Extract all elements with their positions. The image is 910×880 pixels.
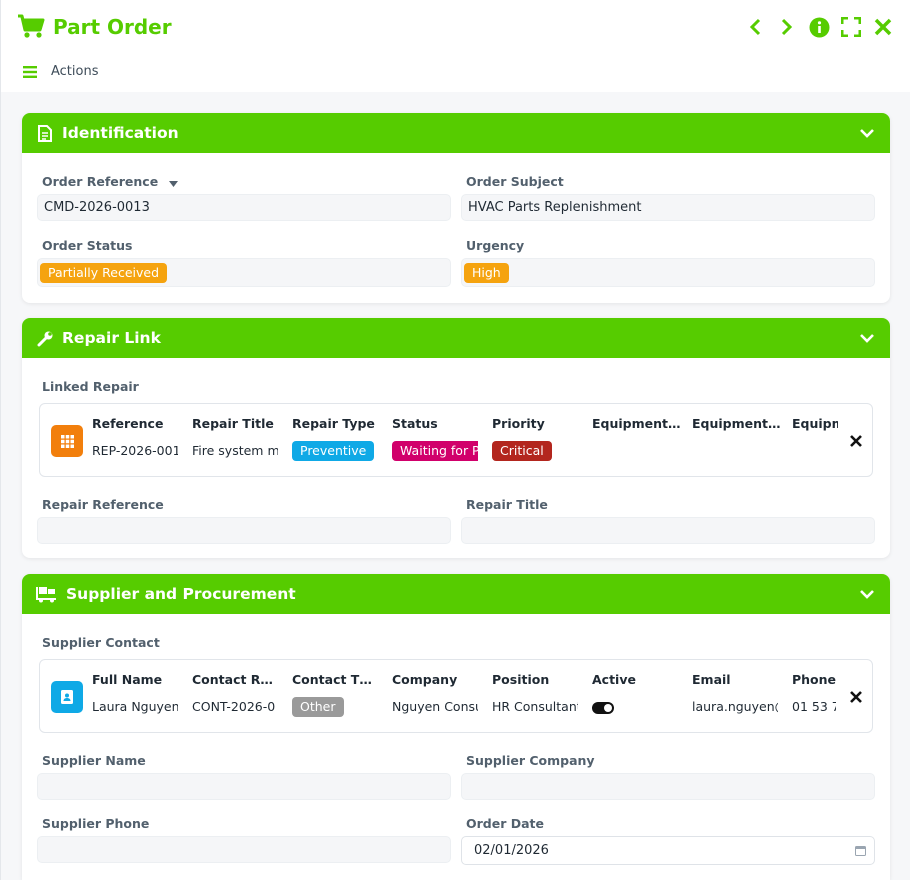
supplier-phone-label: Supplier Phone bbox=[42, 816, 150, 831]
supplier-company-field[interactable] bbox=[461, 773, 875, 800]
order-subject-label: Order Subject bbox=[466, 174, 564, 189]
column-header: Phone bbox=[792, 672, 837, 687]
document-icon bbox=[36, 124, 54, 142]
column-header: Full Name bbox=[92, 672, 163, 687]
info-icon[interactable] bbox=[808, 16, 830, 38]
remove-icon[interactable] bbox=[850, 432, 864, 447]
order-date-field[interactable]: 02/01/2026 bbox=[461, 836, 875, 865]
column-header: Contact R… bbox=[192, 672, 273, 687]
top-bar: Part Order Actions bbox=[1, 0, 910, 92]
next-icon[interactable] bbox=[776, 16, 798, 38]
part-order-window: Part Order Actions Identification Order … bbox=[0, 0, 910, 880]
identification-header[interactable]: Identification bbox=[22, 113, 890, 153]
order-status-field[interactable]: Partially Received bbox=[37, 258, 451, 287]
linked-repair-card[interactable]: Reference REP-2026-001 Repair Title Fire s… bbox=[39, 403, 873, 477]
repair-title-field[interactable] bbox=[461, 517, 875, 544]
chevron-down-icon[interactable] bbox=[858, 124, 876, 142]
repair-reference-field[interactable] bbox=[37, 517, 451, 544]
contact-card-icon bbox=[51, 681, 83, 713]
repair-reference-label: Repair Reference bbox=[42, 497, 164, 512]
supplier-phone-field[interactable] bbox=[37, 836, 451, 863]
identification-title: Identification bbox=[62, 124, 179, 142]
grid-icon bbox=[51, 425, 83, 457]
company-cell: Nguyen Consu bbox=[392, 699, 478, 714]
column-header: Position bbox=[492, 672, 550, 687]
order-reference-field[interactable]: CMD-2026-0013 bbox=[37, 194, 451, 221]
order-reference-label: Order Reference bbox=[42, 174, 178, 190]
repair-title-cell: Fire system m bbox=[192, 443, 278, 458]
column-header: Email bbox=[692, 672, 731, 687]
caret-down-icon[interactable] bbox=[168, 175, 178, 190]
supplier-title: Supplier and Procurement bbox=[66, 585, 296, 603]
email-cell: laura.nguyen@ bbox=[692, 699, 778, 714]
supplier-contact-card[interactable]: Full Name Laura Nguyen Contact R… CONT-202… bbox=[39, 659, 873, 733]
close-icon[interactable] bbox=[872, 16, 894, 38]
urgency-field[interactable]: High bbox=[461, 258, 875, 287]
contact-ref-cell: CONT-2026-0 bbox=[192, 699, 276, 714]
dolly-icon bbox=[36, 585, 58, 603]
urgency-badge: High bbox=[464, 262, 509, 283]
column-header: Contact T… bbox=[292, 672, 372, 687]
full-name-cell: Laura Nguyen bbox=[92, 699, 178, 714]
order-status-label: Order Status bbox=[42, 238, 133, 253]
chevron-down-icon[interactable] bbox=[858, 329, 876, 347]
phone-cell: 01 53 7 bbox=[792, 699, 836, 714]
actions-label[interactable]: Actions bbox=[51, 64, 99, 79]
wrench-icon bbox=[36, 329, 54, 347]
supplier-panel: Supplier and Procurement Supplier Contac… bbox=[22, 574, 890, 880]
repair-status-badge: Waiting for P bbox=[392, 441, 478, 461]
hamburger-icon[interactable] bbox=[23, 65, 37, 78]
calendar-icon[interactable] bbox=[855, 845, 866, 856]
supplier-contact-label: Supplier Contact bbox=[42, 635, 160, 650]
remove-icon[interactable] bbox=[850, 688, 864, 703]
repair-reference-cell: REP-2026-001 bbox=[92, 443, 178, 458]
status-badge: Partially Received bbox=[40, 262, 167, 283]
fullscreen-icon[interactable] bbox=[840, 16, 862, 38]
column-header: Priority bbox=[492, 416, 545, 431]
column-header: Company bbox=[392, 672, 458, 687]
repair-type-badge: Preventive bbox=[292, 441, 375, 461]
supplier-company-label: Supplier Company bbox=[466, 753, 595, 768]
repair-title-label: Repair Title bbox=[466, 497, 548, 512]
page-title: Part Order bbox=[53, 15, 172, 39]
supplier-name-label: Supplier Name bbox=[42, 753, 146, 768]
column-header: Equipm bbox=[792, 416, 838, 431]
actions-menu[interactable]: Actions bbox=[23, 64, 99, 79]
column-header: Reference bbox=[92, 416, 164, 431]
order-subject-field[interactable]: HVAC Parts Replenishment bbox=[461, 194, 875, 221]
previous-icon[interactable] bbox=[744, 16, 766, 38]
repair-link-title: Repair Link bbox=[62, 329, 161, 347]
chevron-down-icon[interactable] bbox=[858, 585, 876, 603]
repair-link-header[interactable]: Repair Link bbox=[22, 318, 890, 358]
position-cell: HR Consultant bbox=[492, 699, 578, 714]
order-date-value: 02/01/2026 bbox=[474, 843, 549, 858]
column-header: Equipment… bbox=[692, 416, 781, 431]
active-toggle[interactable] bbox=[592, 701, 614, 714]
column-header: Repair Title bbox=[192, 416, 274, 431]
identification-panel: Identification Order Reference CMD-2026-… bbox=[22, 113, 890, 303]
supplier-header[interactable]: Supplier and Procurement bbox=[22, 574, 890, 614]
supplier-name-field[interactable] bbox=[37, 773, 451, 800]
column-header: Active bbox=[592, 672, 636, 687]
contact-type-badge: Other bbox=[292, 697, 344, 717]
column-header: Equipment… bbox=[592, 416, 681, 431]
column-header: Repair Type bbox=[292, 416, 375, 431]
urgency-label: Urgency bbox=[466, 238, 525, 253]
linked-repair-label: Linked Repair bbox=[42, 379, 139, 394]
order-date-label: Order Date bbox=[466, 816, 544, 831]
shopping-cart-icon bbox=[17, 14, 45, 40]
priority-badge: Critical bbox=[492, 441, 552, 461]
repair-link-panel: Repair Link Linked Repair Reference REP-2… bbox=[22, 318, 890, 558]
column-header: Status bbox=[392, 416, 438, 431]
